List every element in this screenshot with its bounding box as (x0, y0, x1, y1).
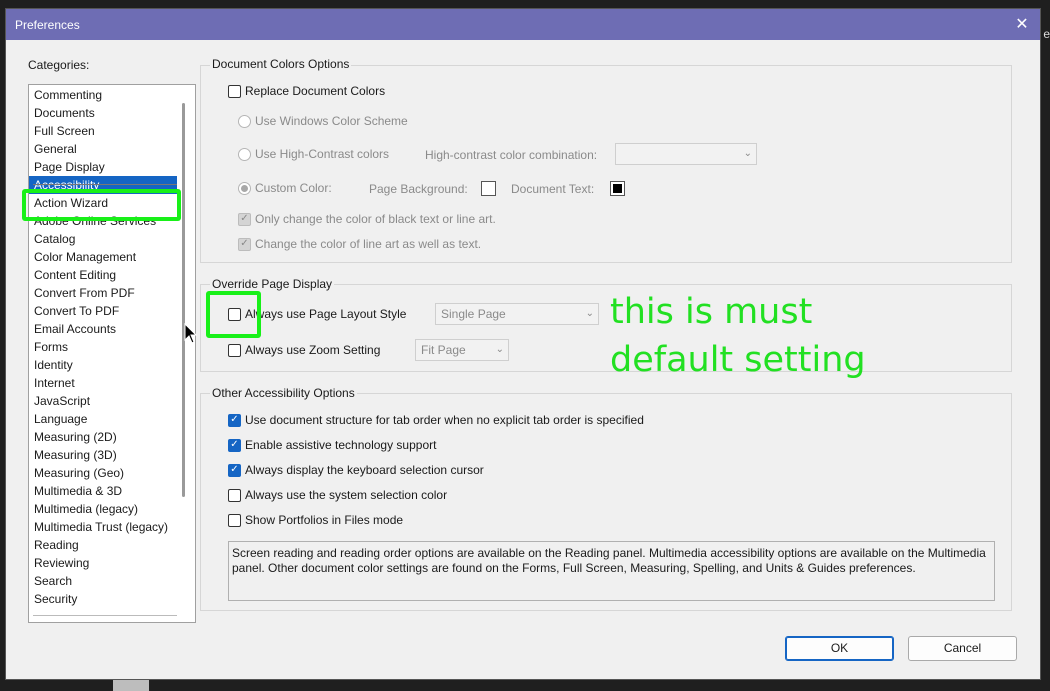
page-background-label: Page Background: (369, 182, 468, 196)
other-option-checkbox[interactable] (228, 488, 241, 502)
other-option-row[interactable]: Always use the system selection color (228, 488, 447, 502)
zoom-setting-dropdown[interactable]: Fit Page ⌄ (415, 339, 509, 361)
other-option-row[interactable]: ✓ Always display the keyboard selection c… (228, 463, 484, 477)
category-item-security[interactable]: Security (34, 590, 77, 608)
category-item-measuring-2d[interactable]: Measuring (2D) (34, 428, 117, 446)
category-item-multimedia-legacy[interactable]: Multimedia (legacy) (34, 500, 138, 518)
windows-scheme-label: Use Windows Color Scheme (255, 114, 408, 128)
list-bottom-line (33, 615, 177, 616)
high-contrast-combo-dropdown[interactable]: ⌄ (615, 143, 757, 165)
other-option-checkbox[interactable]: ✓ (228, 413, 241, 427)
high-contrast-combo-label: High-contrast color combination: (425, 148, 598, 162)
category-item-color-management[interactable]: Color Management (34, 248, 136, 266)
line-art-label: Change the color of line art as well as … (255, 237, 482, 251)
category-item-commenting[interactable]: Commenting (34, 86, 102, 104)
custom-color-option[interactable]: Custom Color: (238, 181, 332, 195)
other-option-label: Show Portfolios in Files mode (245, 513, 404, 527)
override-group (200, 284, 1012, 372)
annotation-text: this is must default setting (610, 288, 866, 384)
windows-scheme-radio[interactable] (238, 114, 251, 128)
category-item-identity[interactable]: Identity (34, 356, 73, 374)
replace-colors-label: Replace Document Colors (245, 84, 386, 98)
other-options-title: Other Accessibility Options (210, 386, 357, 400)
only-black-checkbox[interactable]: ✓ (238, 212, 251, 226)
page-layout-value: Single Page (441, 307, 506, 321)
other-option-row[interactable]: ✓ Use document structure for tab order wh… (228, 413, 644, 427)
close-icon[interactable]: ✕ (1010, 13, 1034, 37)
category-item-documents[interactable]: Documents (34, 104, 95, 122)
override-title: Override Page Display (210, 277, 335, 291)
custom-color-label: Custom Color: (255, 181, 332, 195)
chevron-down-icon: ⌄ (743, 148, 752, 159)
category-item-javascript[interactable]: JavaScript (34, 392, 90, 410)
info-text: Screen reading and reading order options… (228, 541, 995, 601)
zoom-setting-option[interactable]: Always use Zoom Setting (228, 343, 380, 357)
other-option-checkbox[interactable] (228, 513, 241, 527)
annotation-highlight-checkbox (206, 291, 261, 338)
taskbar-item (113, 680, 149, 691)
category-item-content-editing[interactable]: Content Editing (34, 266, 116, 284)
other-option-row[interactable]: Show Portfolios in Files mode (228, 513, 403, 527)
category-item-general[interactable]: General (34, 140, 77, 158)
category-item-reviewing[interactable]: Reviewing (34, 554, 89, 572)
chevron-down-icon: ⌄ (585, 308, 594, 319)
window-title: Preferences (15, 18, 80, 32)
annotation-line-2: default setting (610, 340, 866, 380)
category-item-page-display[interactable]: Page Display (34, 158, 105, 176)
annotation-line-1: this is must (610, 292, 813, 332)
only-black-label: Only change the color of black text or l… (255, 212, 496, 226)
other-option-checkbox[interactable]: ✓ (228, 463, 241, 477)
category-item-catalog[interactable]: Catalog (34, 230, 75, 248)
line-art-option[interactable]: ✓ Change the color of line art as well a… (238, 237, 481, 251)
windows-scheme-option[interactable]: Use Windows Color Scheme (238, 114, 408, 128)
only-black-option[interactable]: ✓ Only change the color of black text or… (238, 212, 496, 226)
category-item-full-screen[interactable]: Full Screen (34, 122, 95, 140)
background-edge-text: e (1043, 27, 1050, 41)
category-item-email-accounts[interactable]: Email Accounts (34, 320, 116, 338)
category-item-multimedia-trust-legacy[interactable]: Multimedia Trust (legacy) (34, 518, 168, 536)
categories-label: Categories: (28, 58, 90, 72)
zoom-setting-value: Fit Page (421, 343, 466, 357)
category-item-forms[interactable]: Forms (34, 338, 68, 356)
category-item-search[interactable]: Search (34, 572, 72, 590)
replace-colors-option[interactable]: Replace Document Colors (228, 84, 385, 98)
cancel-button[interactable]: Cancel (908, 636, 1017, 661)
document-text-label: Document Text: (511, 182, 595, 196)
ok-button[interactable]: OK (785, 636, 894, 661)
categories-scrollbar[interactable] (182, 103, 185, 497)
page-background-swatch[interactable] (481, 181, 496, 196)
chevron-down-icon: ⌄ (495, 344, 504, 355)
zoom-setting-label: Always use Zoom Setting (245, 343, 381, 357)
zoom-setting-checkbox[interactable] (228, 343, 241, 357)
line-art-checkbox[interactable]: ✓ (238, 237, 251, 251)
page-layout-label: Always use Page Layout Style (245, 307, 407, 321)
document-colors-title: Document Colors Options (210, 57, 352, 71)
category-item-reading[interactable]: Reading (34, 536, 79, 554)
custom-color-radio[interactable] (238, 181, 251, 195)
category-item-measuring-3d[interactable]: Measuring (3D) (34, 446, 117, 464)
category-item-convert-from-pdf[interactable]: Convert From PDF (34, 284, 135, 302)
annotation-highlight-accessibility (22, 189, 181, 221)
other-option-label: Use document structure for tab order whe… (245, 413, 644, 427)
replace-colors-checkbox[interactable] (228, 84, 241, 98)
category-item-convert-to-pdf[interactable]: Convert To PDF (34, 302, 119, 320)
high-contrast-radio[interactable] (238, 147, 251, 161)
category-separator (33, 184, 177, 185)
other-option-label: Enable assistive technology support (245, 438, 437, 452)
categories-list[interactable]: Commenting Documents Full Screen General Pag… (28, 84, 196, 623)
other-option-checkbox[interactable]: ✓ (228, 438, 241, 452)
other-option-label: Always use the system selection color (245, 488, 448, 502)
other-option-row[interactable]: ✓ Enable assistive technology support (228, 438, 436, 452)
other-option-label: Always display the keyboard selection cu… (245, 463, 484, 477)
category-item-multimedia-3d[interactable]: Multimedia & 3D (34, 482, 122, 500)
high-contrast-option[interactable]: Use High-Contrast colors (238, 147, 389, 161)
category-item-measuring-geo[interactable]: Measuring (Geo) (34, 464, 124, 482)
mouse-cursor-icon (184, 323, 198, 344)
document-text-swatch[interactable] (610, 181, 625, 196)
category-item-language[interactable]: Language (34, 410, 87, 428)
page-layout-dropdown[interactable]: Single Page ⌄ (435, 303, 599, 325)
high-contrast-label: Use High-Contrast colors (255, 147, 390, 161)
category-item-internet[interactable]: Internet (34, 374, 75, 392)
title-bar: Preferences ✕ (6, 9, 1040, 40)
